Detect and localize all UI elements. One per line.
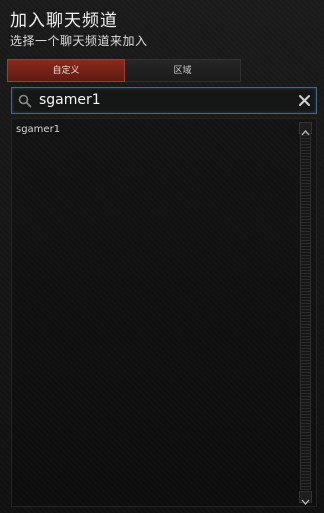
results-scrollbar[interactable] <box>299 122 312 505</box>
chevron-down-icon <box>301 499 310 505</box>
search-value: sgamer1 <box>39 92 101 108</box>
tab-region[interactable]: 区域 <box>125 59 241 82</box>
scroll-up-button[interactable] <box>299 122 312 136</box>
join-channel-panel: 加入聊天频道 选择一个聊天频道来加入 自定义 区域 sgamer1 sgamer… <box>0 0 324 513</box>
search-icon <box>18 94 32 108</box>
scroll-track[interactable] <box>300 135 311 490</box>
channel-results-list: sgamer1 <box>11 118 317 507</box>
tab-custom[interactable]: 自定义 <box>7 59 125 82</box>
channel-search-input[interactable]: sgamer1 <box>11 87 317 114</box>
panel-title: 加入聊天频道 <box>10 11 118 31</box>
list-item[interactable]: sgamer1 <box>16 124 60 135</box>
panel-subtitle: 选择一个聊天频道来加入 <box>10 34 148 48</box>
channel-tabs: 自定义 区域 <box>7 59 241 82</box>
scroll-down-button[interactable] <box>299 491 312 505</box>
close-icon[interactable] <box>297 93 312 108</box>
